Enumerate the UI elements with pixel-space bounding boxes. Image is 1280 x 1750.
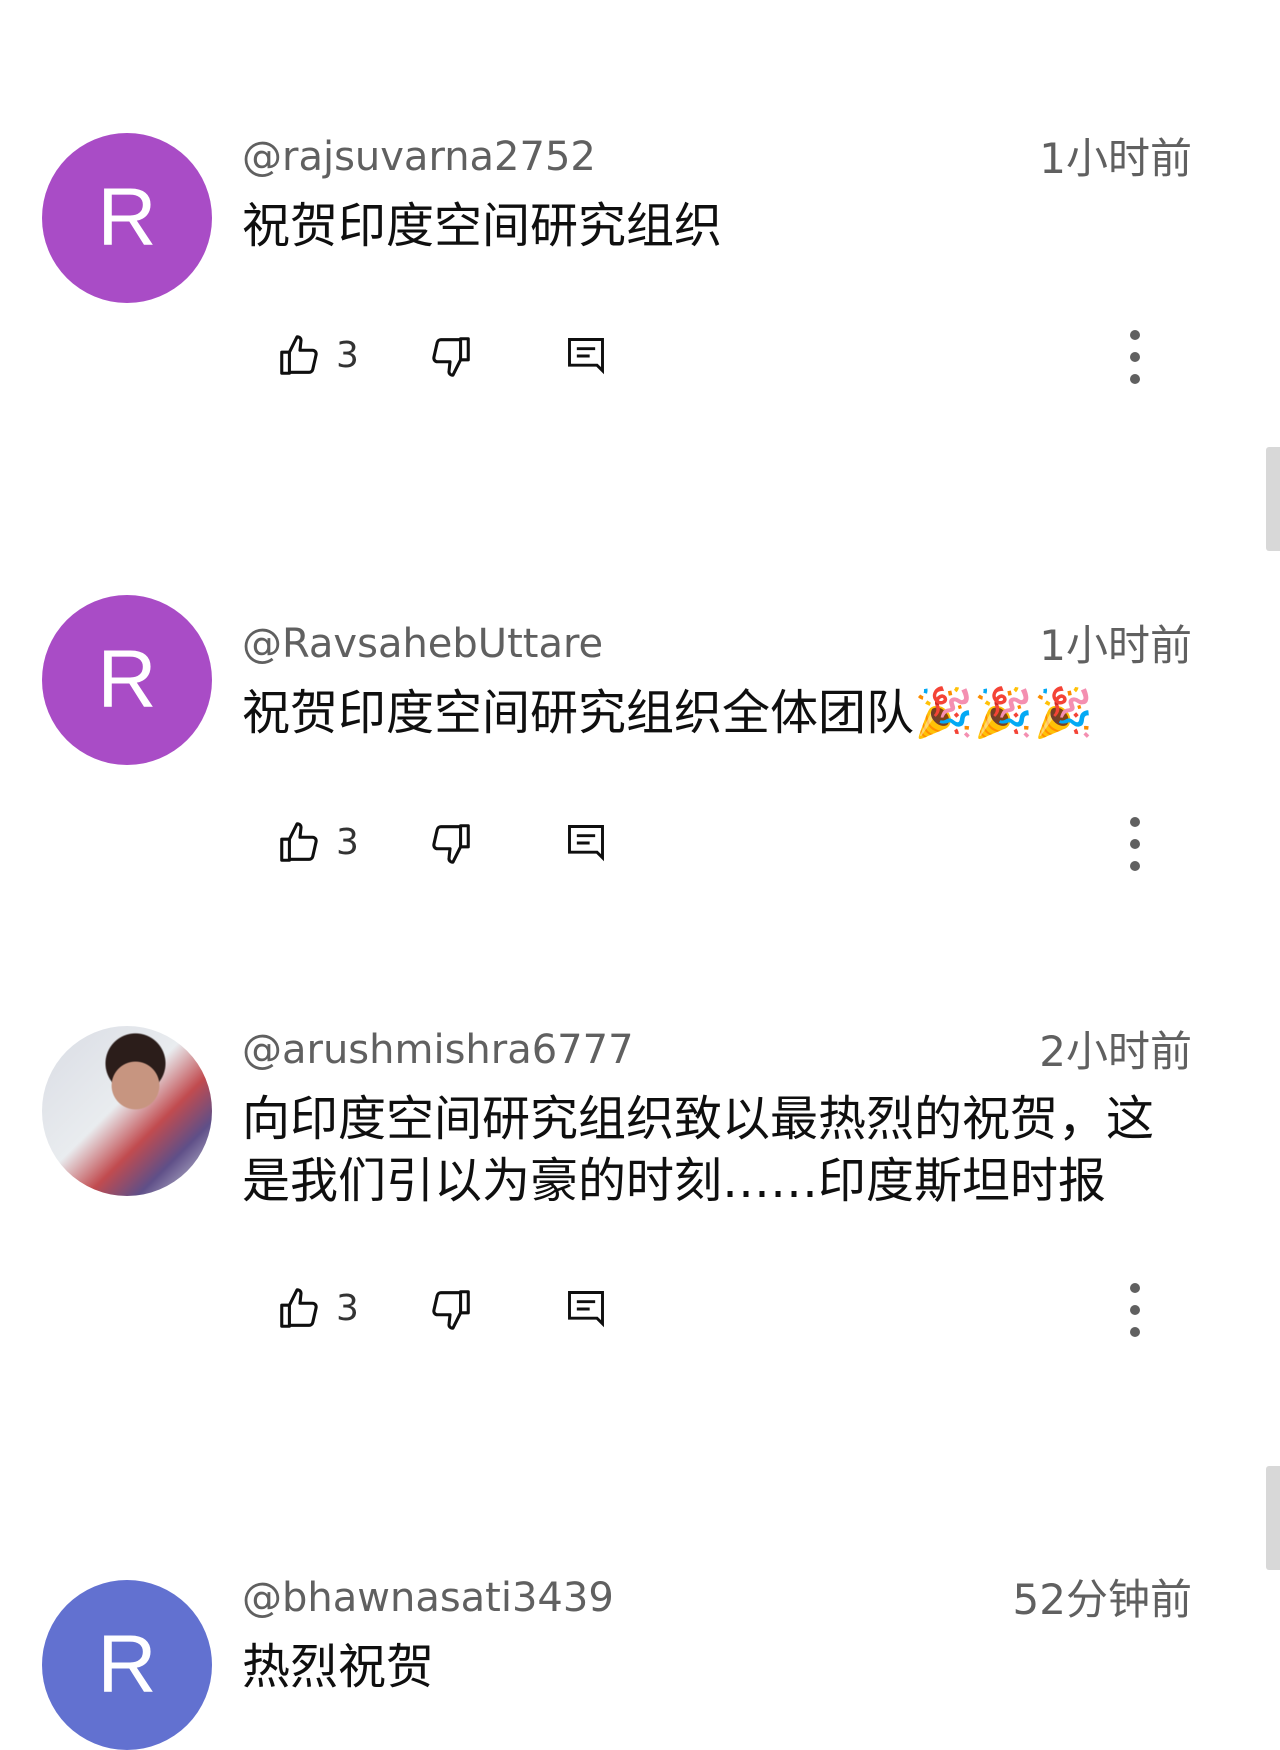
thumb-up-icon bbox=[280, 335, 318, 375]
reply-button[interactable] bbox=[557, 814, 615, 872]
comment-text: 热烈祝贺 bbox=[242, 1639, 435, 1695]
like-count: 3 bbox=[336, 1288, 359, 1329]
avatar-letter: R bbox=[97, 1619, 157, 1710]
thumb-down-icon bbox=[432, 337, 470, 377]
more-options-button[interactable] bbox=[1110, 812, 1160, 876]
avatar[interactable]: R bbox=[42, 1580, 212, 1750]
comment-time: 2小时前 bbox=[1039, 1027, 1192, 1076]
reply-button[interactable] bbox=[557, 1280, 615, 1338]
more-vert-icon bbox=[1130, 1283, 1140, 1337]
more-vert-icon bbox=[1130, 817, 1140, 871]
more-vert-icon bbox=[1130, 330, 1140, 384]
reply-icon bbox=[568, 825, 604, 862]
avatar-letter: R bbox=[97, 172, 157, 263]
more-options-button[interactable] bbox=[1110, 325, 1160, 389]
dislike-button[interactable] bbox=[422, 327, 480, 385]
comment-item: @arushmishra6777 2小时前 向印度空间研究组织致以最热烈的祝贺，… bbox=[0, 1026, 1280, 1337]
thumb-down-icon bbox=[432, 824, 470, 864]
comment-item: R @RavsahebUttare 1小时前 祝贺印度空间研究组织全体团队🎉🎉🎉… bbox=[0, 595, 1280, 871]
comment-actions: 3 bbox=[270, 1280, 1170, 1340]
dislike-button[interactable] bbox=[422, 814, 480, 872]
thumb-up-icon bbox=[280, 1288, 318, 1328]
comment-item: R @bhawnasati3439 52分钟前 热烈祝贺 bbox=[0, 1575, 1280, 1750]
comment-author[interactable]: @bhawnasati3439 bbox=[242, 1574, 614, 1622]
comment-text: 向印度空间研究组织致以最热烈的祝贺，这是我们引以为豪的时刻……印度斯坦时报 bbox=[242, 1091, 1155, 1209]
reply-button[interactable] bbox=[557, 327, 615, 385]
scrollbar-thumb[interactable] bbox=[1266, 447, 1280, 551]
comment-time: 52分钟前 bbox=[1012, 1575, 1192, 1624]
dislike-button[interactable] bbox=[422, 1280, 480, 1338]
reply-icon bbox=[568, 1291, 604, 1328]
avatar-letter: R bbox=[97, 634, 157, 725]
comment-actions: 3 bbox=[270, 327, 1170, 387]
scrollbar-thumb[interactable] bbox=[1266, 1466, 1280, 1570]
reply-icon bbox=[568, 338, 604, 375]
comment-text: 祝贺印度空间研究组织 bbox=[242, 198, 723, 254]
comment-time: 1小时前 bbox=[1039, 134, 1192, 183]
thumb-up-icon bbox=[280, 822, 318, 862]
like-count: 3 bbox=[336, 822, 359, 863]
like-count: 3 bbox=[336, 335, 359, 376]
comment-item: R @rajsuvarna2752 1小时前 祝贺印度空间研究组织 3 bbox=[0, 133, 1280, 384]
comment-text: 祝贺印度空间研究组织全体团队🎉🎉🎉 bbox=[242, 685, 1094, 741]
comment-actions: 3 bbox=[270, 814, 1170, 874]
like-button[interactable] bbox=[270, 327, 328, 385]
like-button[interactable] bbox=[270, 814, 328, 872]
more-options-button[interactable] bbox=[1110, 1278, 1160, 1342]
avatar[interactable]: R bbox=[42, 595, 212, 765]
comment-author[interactable]: @rajsuvarna2752 bbox=[242, 133, 596, 181]
like-button[interactable] bbox=[270, 1280, 328, 1338]
avatar[interactable]: R bbox=[42, 133, 212, 303]
thumb-down-icon bbox=[432, 1290, 470, 1330]
comment-author[interactable]: @arushmishra6777 bbox=[242, 1026, 634, 1074]
avatar[interactable] bbox=[42, 1026, 212, 1196]
comment-time: 1小时前 bbox=[1039, 621, 1192, 670]
comment-author[interactable]: @RavsahebUttare bbox=[242, 620, 603, 668]
